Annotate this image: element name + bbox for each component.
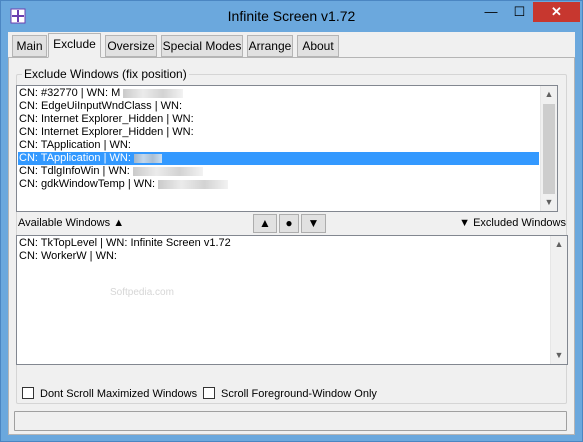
scroll-thumb[interactable] <box>543 104 555 194</box>
available-windows-list[interactable]: CN: TkTopLevel | WN: Infinite Screen v1.… <box>16 235 568 365</box>
maximize-button[interactable]: ☐ <box>506 2 533 22</box>
move-down-button[interactable]: ▼ <box>301 214 326 233</box>
redacted-text <box>123 88 184 98</box>
scroll-down-arrow-icon[interactable]: ▼ <box>551 347 567 364</box>
list-item-text: CN: #32770 | WN: M <box>19 87 121 99</box>
list-item[interactable]: CN: #32770 | WN: M <box>18 87 539 100</box>
scroll-down-arrow-icon[interactable]: ▼ <box>541 194 557 211</box>
tab-exclude[interactable]: Exclude <box>48 33 101 58</box>
excluded-list-scrollbar[interactable]: ▲ ▼ <box>540 86 557 211</box>
dot-button[interactable]: ● <box>279 214 299 233</box>
tab-main[interactable]: Main <box>12 35 47 57</box>
arrow-down-icon: ▼ <box>459 217 470 229</box>
title-bar[interactable]: Infinite Screen v1.72 — ☐ ✕ <box>1 1 582 32</box>
dont-scroll-maximized-checkbox[interactable]: Dont Scroll Maximized Windows <box>22 387 197 400</box>
available-list-scrollbar[interactable]: ▲ ▼ <box>550 236 567 364</box>
list-item-text: CN: Internet Explorer_Hidden | WN: <box>19 113 194 125</box>
list-item-text: CN: EdgeUiInputWndClass | WN: <box>19 100 183 112</box>
list-item[interactable]: CN: gdkWindowTemp | WN: <box>18 178 539 191</box>
list-item[interactable]: CN: Internet Explorer_Hidden | WN: <box>18 126 539 139</box>
list-item[interactable]: CN: TApplication | WN: <box>18 139 539 152</box>
list-item-text: CN: TkTopLevel | WN: Infinite Screen v1.… <box>19 237 231 249</box>
scroll-up-arrow-icon[interactable]: ▲ <box>541 86 557 103</box>
list-item[interactable]: CN: TkTopLevel | WN: Infinite Screen v1.… <box>18 237 549 250</box>
tab-about[interactable]: About <box>297 35 339 57</box>
tab-special-modes[interactable]: Special Modes <box>161 35 243 57</box>
list-item[interactable]: CN: TApplication | WN: <box>18 152 539 165</box>
tab-arrange[interactable]: Arrange <box>247 35 293 57</box>
scroll-foreground-only-checkbox[interactable]: Scroll Foreground-Window Only <box>203 387 377 400</box>
transfer-bar: Available Windows ▲ ▲ ● ▼ ▼ Excluded Win… <box>16 214 568 234</box>
exclude-group-label: Exclude Windows (fix position) <box>22 67 189 81</box>
app-window: Infinite Screen v1.72 — ☐ ✕ Main Exclude… <box>0 0 583 442</box>
excluded-windows-label: ▼ Excluded Windows <box>459 217 566 229</box>
scroll-up-arrow-icon[interactable]: ▲ <box>551 236 567 253</box>
redacted-text <box>158 179 229 189</box>
available-windows-label: Available Windows ▲ <box>18 217 125 229</box>
checkbox-icon[interactable] <box>203 387 215 399</box>
close-button[interactable]: ✕ <box>533 2 580 22</box>
tab-oversize[interactable]: Oversize <box>105 35 157 57</box>
list-item-text: CN: WorkerW | WN: <box>19 250 117 262</box>
resize-grip-icon[interactable] <box>554 418 566 430</box>
list-item[interactable]: CN: TdlgInfoWin | WN: <box>18 165 539 178</box>
list-item-text: CN: TdlgInfoWin | WN: <box>19 165 130 177</box>
list-item-text: CN: TApplication | WN: <box>19 152 131 164</box>
move-up-button[interactable]: ▲ <box>253 214 277 233</box>
excluded-windows-list[interactable]: CN: #32770 | WN: M CN: EdgeUiInputWndClas… <box>16 85 558 212</box>
list-item[interactable]: CN: EdgeUiInputWndClass | WN: <box>18 100 539 113</box>
minimize-button[interactable]: — <box>476 2 506 22</box>
list-item[interactable]: CN: WorkerW | WN: <box>18 250 549 263</box>
list-item-text: CN: Internet Explorer_Hidden | WN: <box>19 126 194 138</box>
tab-strip: Main Exclude Oversize Special Modes Arra… <box>8 32 575 58</box>
list-item-text: CN: gdkWindowTemp | WN: <box>19 178 156 190</box>
softpedia-watermark: Softpedia.com <box>110 287 174 298</box>
client-area: Main Exclude Oversize Special Modes Arra… <box>8 32 575 435</box>
arrow-up-icon: ▲ <box>113 217 125 229</box>
list-item-text: CN: TApplication | WN: <box>19 139 131 151</box>
list-item[interactable]: CN: Internet Explorer_Hidden | WN: <box>18 113 539 126</box>
status-bar <box>14 411 567 431</box>
checkbox-icon[interactable] <box>22 387 34 399</box>
redacted-text <box>133 153 162 163</box>
redacted-text <box>132 166 203 176</box>
